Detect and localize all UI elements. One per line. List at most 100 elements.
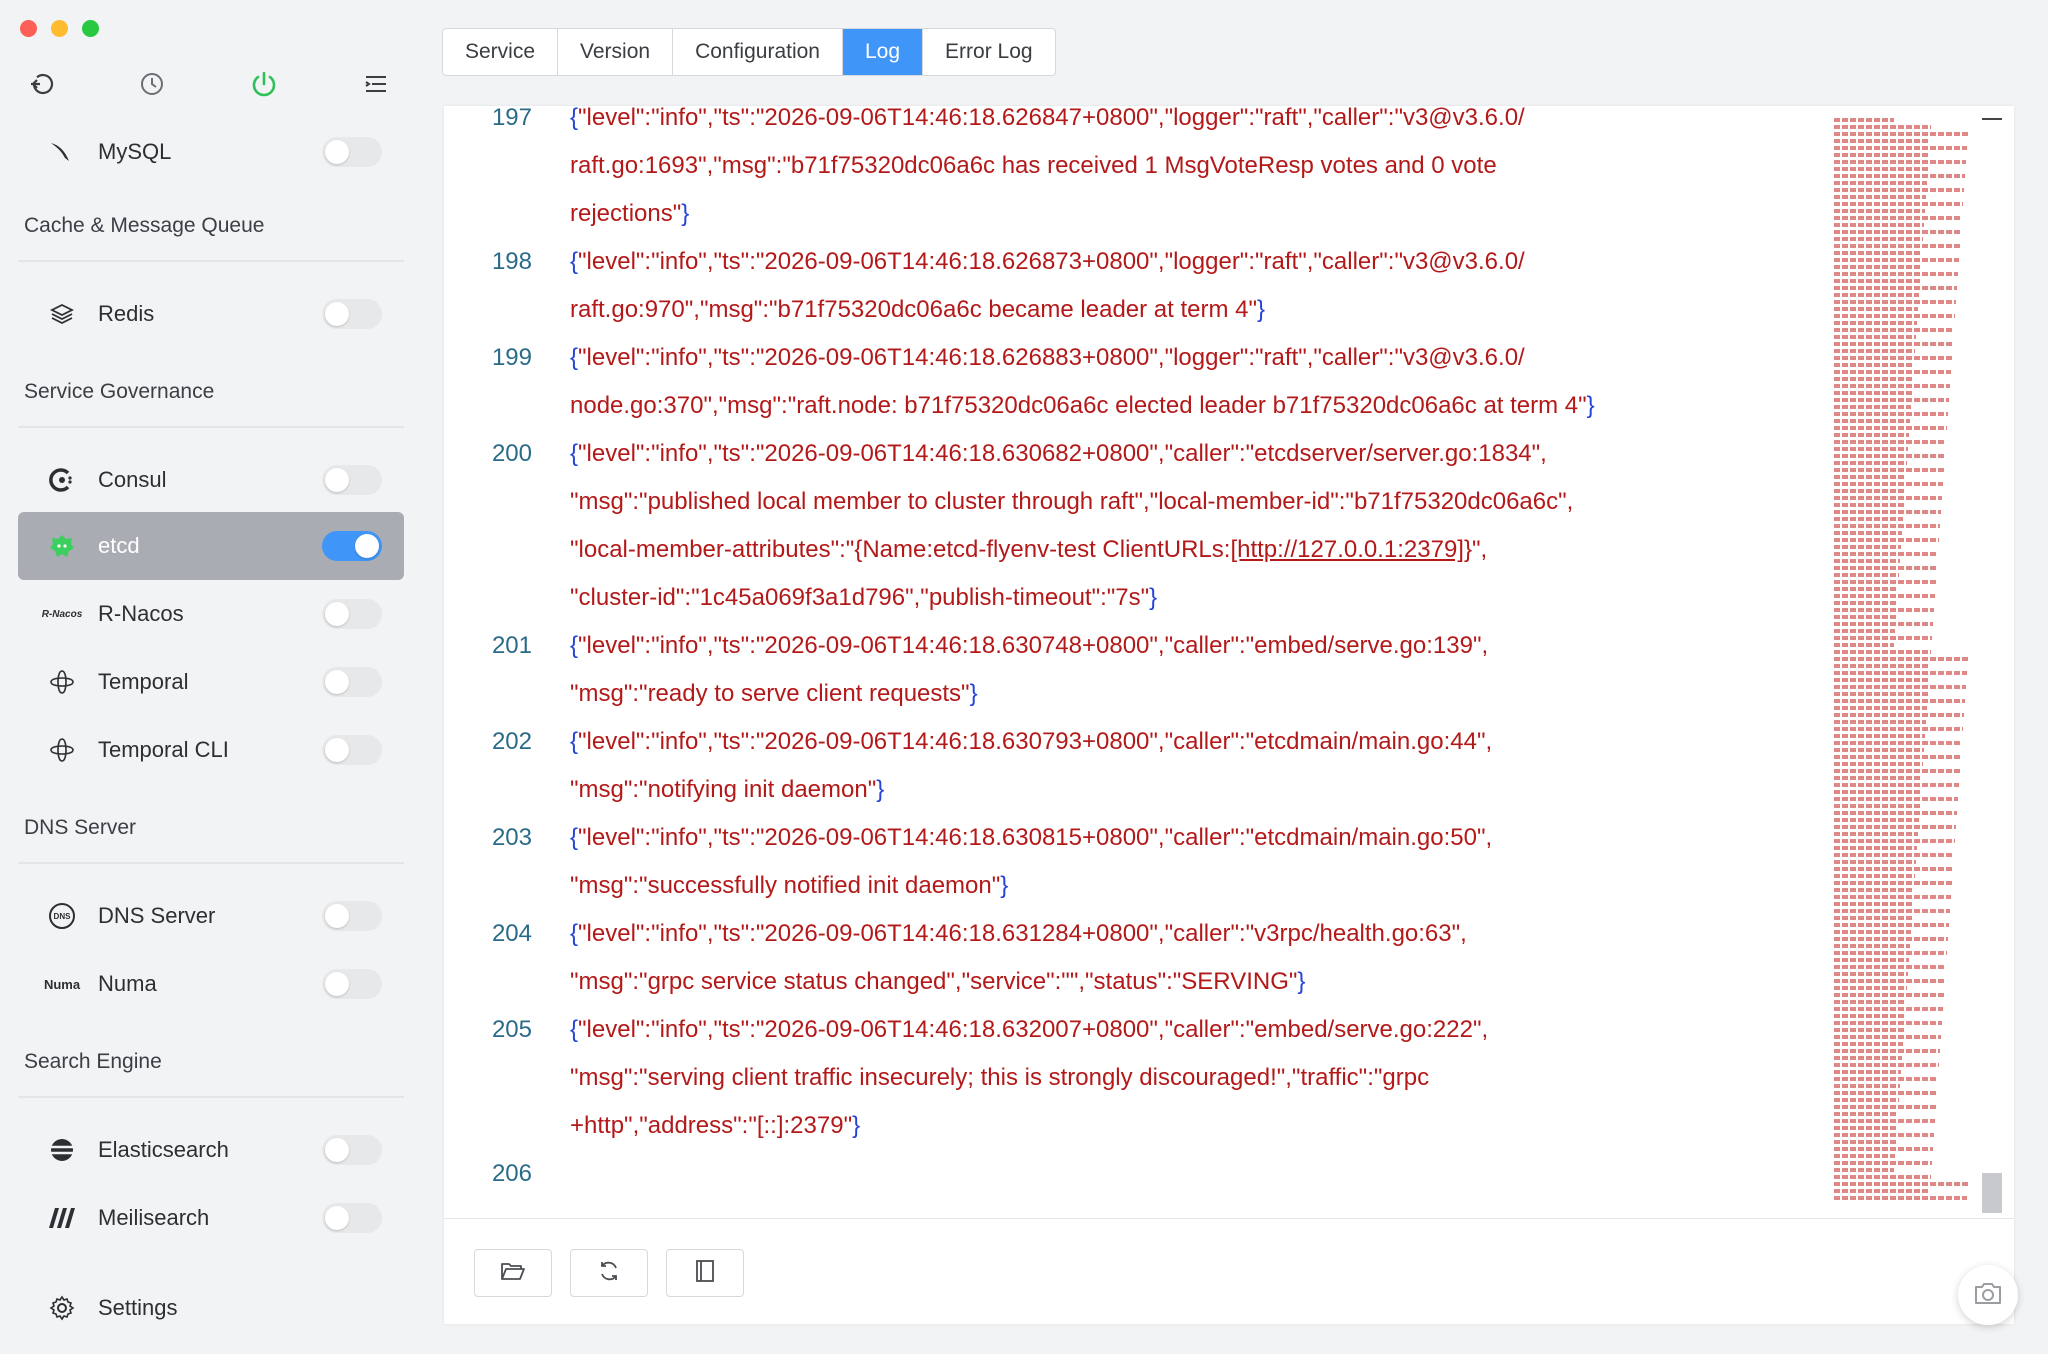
minimap-line bbox=[1834, 1126, 1897, 1130]
divider bbox=[18, 1096, 404, 1098]
sidebar-item-redis[interactable]: Redis bbox=[18, 280, 404, 348]
numa-toggle[interactable] bbox=[322, 969, 382, 999]
service-list: MySQL Cache & Message Queue Redis Servic… bbox=[18, 118, 404, 1258]
minimap-line bbox=[1834, 734, 1925, 738]
refresh-button[interactable] bbox=[570, 1249, 648, 1297]
minimap-line bbox=[1834, 1035, 1941, 1039]
minimap-line bbox=[1834, 643, 1894, 647]
menu-icon[interactable] bbox=[358, 66, 394, 102]
minimap-line bbox=[1834, 720, 1926, 724]
log-line: 199 {"level":"info","ts":"2026-09-06T14:4… bbox=[444, 334, 1824, 382]
sidebar-item-elasticsearch[interactable]: Elasticsearch bbox=[18, 1116, 404, 1184]
minimap-line bbox=[1834, 1000, 1906, 1004]
sidebar-item-consul[interactable]: Consul bbox=[18, 446, 404, 514]
redis-toggle[interactable] bbox=[322, 299, 382, 329]
log-lines: 197 {"level":"info","ts":"2026-09-06T14:4… bbox=[444, 106, 1824, 1198]
sidebar-item-dns-server[interactable]: DNS DNS Server bbox=[18, 882, 404, 950]
rnacos-icon: R-Nacos bbox=[41, 608, 83, 620]
elasticsearch-toggle[interactable] bbox=[322, 1135, 382, 1165]
sidebar-item-label: DNS Server bbox=[98, 903, 216, 928]
minimap-line bbox=[1834, 664, 1930, 668]
toggle-panel-button[interactable] bbox=[666, 1249, 744, 1297]
log-text: {"level":"info","ts":"2026-09-06T14:46:1… bbox=[570, 824, 1493, 851]
log-text: {"level":"info","ts":"2026-09-06T14:46:1… bbox=[570, 248, 1525, 275]
rnacos-toggle[interactable] bbox=[322, 599, 382, 629]
minimap-line bbox=[1834, 1154, 1895, 1158]
sidebar-item-rnacos[interactable]: R-Nacos R-Nacos bbox=[18, 580, 404, 648]
minimap-line bbox=[1834, 1042, 1903, 1046]
minimap-line bbox=[1834, 510, 1941, 514]
log-viewer[interactable]: 197 {"level":"info","ts":"2026-09-06T14:4… bbox=[444, 106, 2014, 1218]
minimap-line bbox=[1834, 608, 1934, 612]
minimap-line bbox=[1834, 615, 1896, 619]
back-icon[interactable] bbox=[24, 66, 60, 102]
minimap-line bbox=[1834, 279, 1920, 283]
minimap-line bbox=[1834, 454, 1945, 458]
log-toolbar bbox=[444, 1218, 2014, 1324]
settings-button[interactable]: Settings bbox=[18, 1278, 404, 1338]
minimap-line bbox=[1834, 335, 1916, 339]
sidebar-item-mysql[interactable]: MySQL bbox=[18, 118, 404, 186]
log-line: "msg":"published local member to cluster… bbox=[444, 478, 1824, 526]
tab-service[interactable]: Service bbox=[443, 29, 559, 75]
minimap[interactable] bbox=[1834, 118, 1974, 1208]
log-text: node.go:370","msg":"raft.node: b71f75320… bbox=[570, 392, 1595, 419]
sidebar-item-label: Temporal CLI bbox=[98, 737, 229, 762]
open-folder-button[interactable] bbox=[474, 1249, 552, 1297]
minimap-line bbox=[1834, 160, 1966, 164]
tab-error-log[interactable]: Error Log bbox=[923, 29, 1055, 75]
minimap-line bbox=[1834, 349, 1915, 353]
tab-configuration[interactable]: Configuration bbox=[673, 29, 843, 75]
log-line: 198 {"level":"info","ts":"2026-09-06T14:4… bbox=[444, 238, 1824, 286]
minimap-line bbox=[1834, 825, 1956, 829]
minimap-line bbox=[1834, 1168, 1894, 1172]
sidebar-item-temporal-cli[interactable]: Temporal CLI bbox=[18, 716, 404, 784]
line-number: 199 bbox=[491, 344, 532, 371]
sidebar-item-label: Meilisearch bbox=[98, 1205, 210, 1230]
minimap-line bbox=[1834, 538, 1939, 542]
elasticsearch-icon bbox=[40, 1136, 84, 1164]
mysql-toggle[interactable] bbox=[322, 137, 382, 167]
minimap-line bbox=[1834, 741, 1962, 745]
minimap-line bbox=[1834, 1175, 1931, 1179]
dns-server-toggle[interactable] bbox=[322, 901, 382, 931]
minimap-line bbox=[1834, 209, 1925, 213]
power-icon[interactable] bbox=[246, 66, 282, 102]
temporal-cli-toggle[interactable] bbox=[322, 735, 382, 765]
minimap-line bbox=[1834, 524, 1940, 528]
history-icon[interactable] bbox=[134, 66, 170, 102]
sidebar-item-numa[interactable]: Numa Numa bbox=[18, 950, 404, 1018]
minimap-line bbox=[1834, 461, 1907, 465]
minimap-line bbox=[1834, 594, 1935, 598]
tab-version[interactable]: Version bbox=[558, 29, 674, 75]
minimap-line bbox=[1834, 314, 1955, 318]
minimap-line bbox=[1834, 566, 1937, 570]
scrollbar[interactable] bbox=[1982, 118, 2002, 1213]
tab-log[interactable]: Log bbox=[843, 29, 924, 75]
minimap-line bbox=[1834, 300, 1956, 304]
line-number: 205 bbox=[491, 1016, 532, 1043]
sidebar-item-temporal[interactable]: Temporal bbox=[18, 648, 404, 716]
minimap-line bbox=[1834, 839, 1955, 843]
temporal-toggle[interactable] bbox=[322, 667, 382, 697]
scrollbar-thumb[interactable] bbox=[1982, 1173, 2002, 1213]
etcd-toggle[interactable] bbox=[322, 531, 382, 561]
screenshot-button[interactable] bbox=[1958, 1265, 2018, 1325]
log-text: "msg":"serving client traffic insecurely… bbox=[570, 1064, 1430, 1091]
consul-toggle[interactable] bbox=[322, 465, 382, 495]
minimap-line bbox=[1834, 685, 1966, 689]
minimap-line bbox=[1834, 601, 1897, 605]
sidebar-item-meilisearch[interactable]: Meilisearch bbox=[18, 1184, 404, 1252]
sidebar-toolbar bbox=[24, 66, 394, 102]
minimap-line bbox=[1834, 762, 1923, 766]
log-line: raft.go:970","msg":"b71f75320dc06a6c bec… bbox=[444, 286, 1824, 334]
minimap-line bbox=[1834, 692, 1928, 696]
minimap-line bbox=[1834, 265, 1921, 269]
line-number: 206 bbox=[491, 1160, 532, 1187]
minimap-line bbox=[1834, 965, 1946, 969]
meilisearch-toggle[interactable] bbox=[322, 1203, 382, 1233]
log-text: {"level":"info","ts":"2026-09-06T14:46:1… bbox=[570, 106, 1525, 131]
sidebar-item-etcd[interactable]: etcd bbox=[18, 512, 404, 580]
log-line: 205 {"level":"info","ts":"2026-09-06T14:4… bbox=[444, 1006, 1824, 1054]
minimap-line bbox=[1834, 860, 1916, 864]
